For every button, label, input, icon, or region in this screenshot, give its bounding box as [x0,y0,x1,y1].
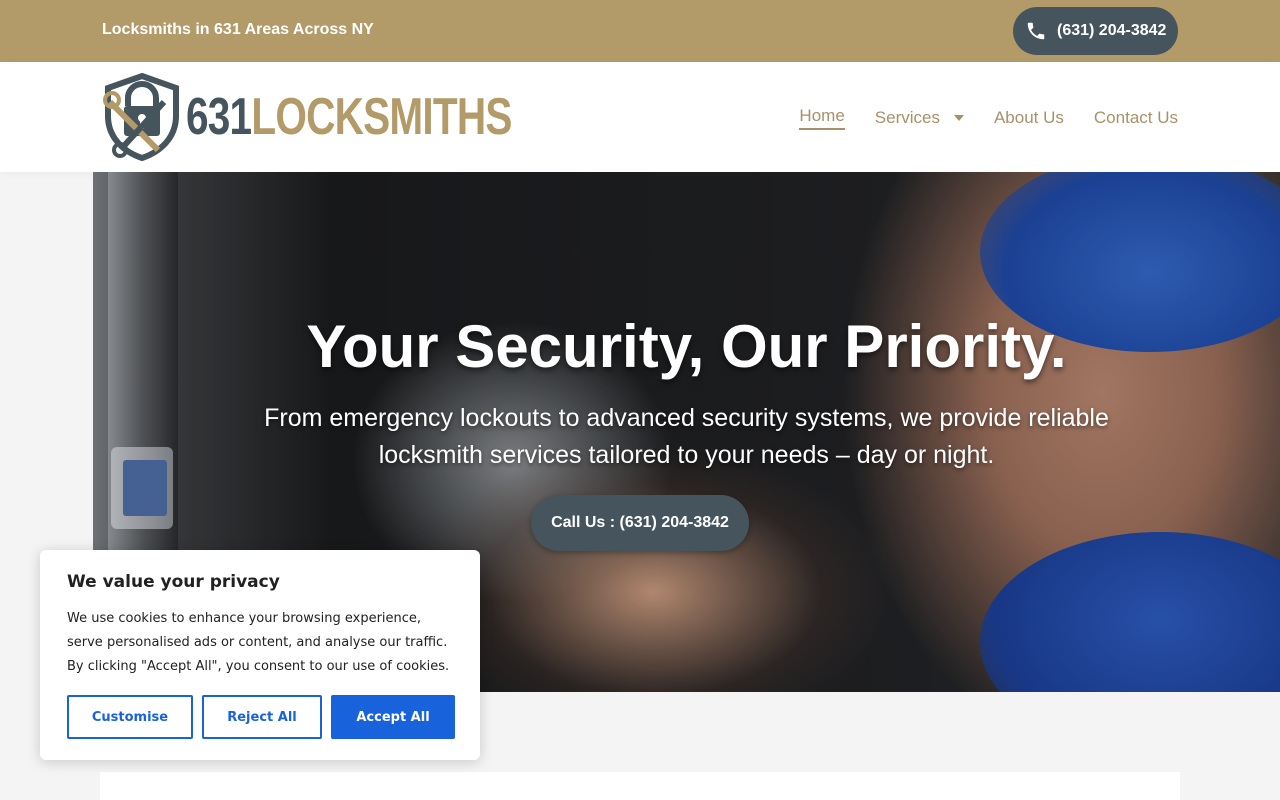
chevron-down-icon[interactable] [953,115,964,121]
hero-subtitle-line: locksmith services tailored to your need… [378,441,995,469]
phone-icon [1027,22,1045,40]
cookie-actions: Customise Reject All Accept All [67,695,455,739]
nav-services[interactable]: Services [875,108,964,128]
nav-home[interactable]: Home [799,106,845,130]
cookie-description: We use cookies to enhance your browsing … [67,611,450,674]
hero-subtitle: From emergency lockouts to advanced secu… [93,400,1280,474]
site-logo[interactable]: 631LOCKSMITHS [102,72,604,162]
hero-call-button[interactable]: Call Us : (631) 204-3842 [531,495,749,551]
header-phone-button[interactable]: (631) 204-3842 [1013,7,1178,55]
tagline: Locksmiths in 631 Areas Across NY [102,21,374,38]
nav-about[interactable]: About Us [994,108,1064,128]
customise-button[interactable]: Customise [67,695,193,739]
padlock-keys-logo-icon [103,72,179,162]
logo-wordmark: 631LOCKSMITHS [186,88,512,146]
header-phone-number: (631) 204-3842 [1057,22,1167,39]
accept-all-button[interactable]: Accept All [331,695,455,739]
main-nav: Home Services About Us Contact Us [799,106,1178,130]
cookie-title: We value your privacy [67,572,280,592]
hero-title: Your Security, Our Priority. [306,313,1067,380]
hero-subtitle-line: From emergency lockouts to advanced secu… [264,404,1109,432]
content-section [100,772,1180,800]
site-header: 631LOCKSMITHS Home Services About Us Con… [0,62,1280,172]
reject-all-button[interactable]: Reject All [202,695,322,739]
nav-contact[interactable]: Contact Us [1094,108,1178,128]
nav-services-label: Services [874,108,940,127]
top-bar: Locksmiths in 631 Areas Across NY (631) … [0,0,1280,62]
cookie-consent-banner: We value your privacy We use cookies to … [40,550,480,760]
